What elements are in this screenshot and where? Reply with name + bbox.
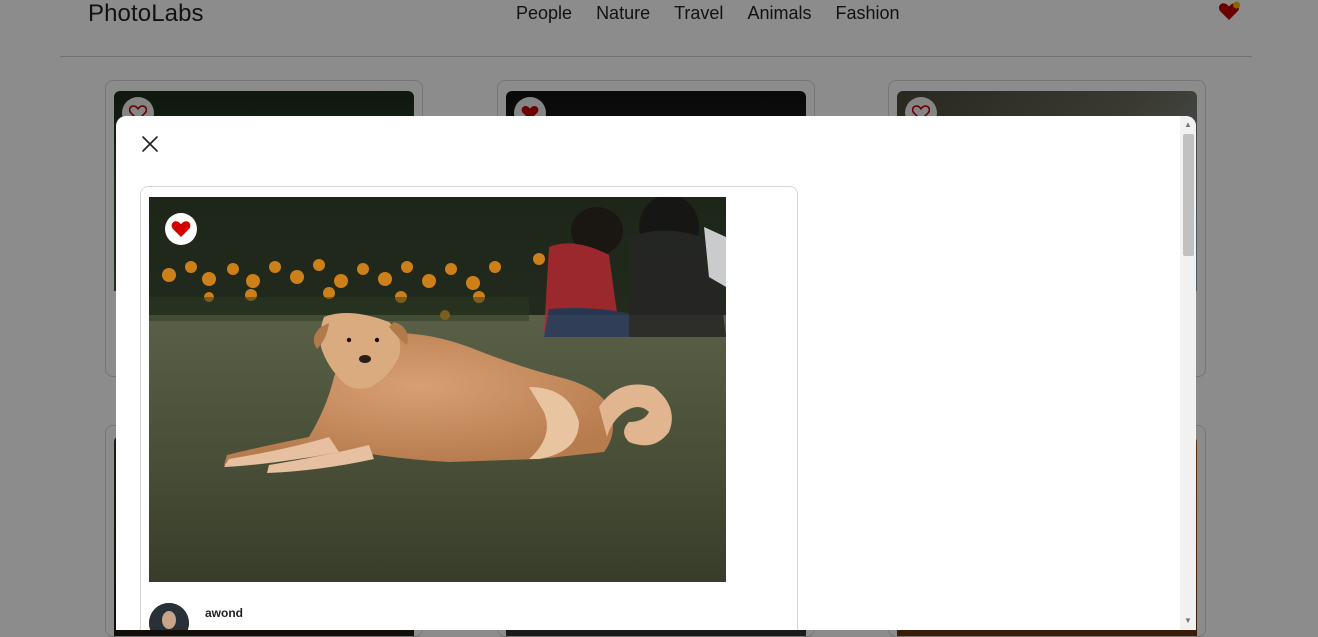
photo-username: awond: [205, 606, 243, 620]
photo-details-modal: awond ▲ ▼: [116, 116, 1196, 630]
user-avatar: [149, 603, 189, 630]
selected-photo: [149, 197, 726, 582]
favorite-heart-icon[interactable]: [165, 213, 197, 245]
scrollbar-thumb[interactable]: [1183, 134, 1194, 256]
selected-photo-card: awond: [140, 186, 798, 630]
close-icon[interactable]: [140, 134, 160, 154]
modal-scrollbar[interactable]: ▲ ▼: [1180, 116, 1196, 630]
scroll-up-arrow-icon[interactable]: ▲: [1180, 118, 1196, 132]
scroll-down-arrow-icon[interactable]: ▼: [1180, 614, 1196, 628]
